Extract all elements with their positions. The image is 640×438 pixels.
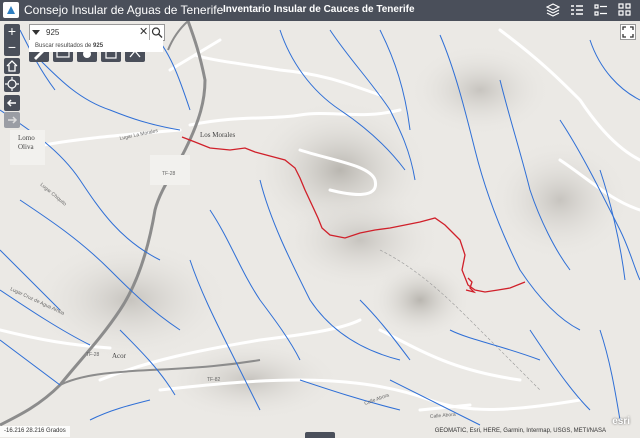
search-suggestion[interactable]: Buscar resultados de 925 bbox=[29, 40, 163, 52]
road-label-tf28: TF-28 bbox=[162, 171, 176, 177]
zoom-control: + − bbox=[4, 24, 20, 56]
locate-button[interactable] bbox=[4, 76, 20, 92]
home-button[interactable] bbox=[4, 58, 20, 74]
suggestion-prefix: Buscar resultados de bbox=[35, 43, 94, 49]
back-button[interactable] bbox=[4, 95, 20, 111]
search-input[interactable] bbox=[46, 26, 140, 39]
coordinates-readout: -16.216 28.216 Grados bbox=[0, 426, 70, 437]
urban-area bbox=[150, 155, 190, 185]
zoom-in-button[interactable]: + bbox=[4, 24, 20, 40]
app-subtitle: Inventario Insular de Cauces de Tenerife bbox=[223, 4, 415, 15]
search-box: ✕ bbox=[29, 24, 165, 41]
suggestion-term: 925 bbox=[93, 43, 104, 49]
search-button[interactable] bbox=[149, 25, 164, 40]
zoom-out-button[interactable]: − bbox=[4, 40, 20, 56]
search-icon bbox=[151, 27, 163, 38]
arrow-left-icon bbox=[6, 99, 16, 107]
layers-icon[interactable] bbox=[546, 3, 560, 17]
map-attribution: GEOMATIC, Esri, HERE, Garmin, Intermap, … bbox=[434, 428, 606, 434]
expand-icon bbox=[622, 26, 634, 38]
place-label-los-morales: Los Morales bbox=[200, 131, 235, 139]
clear-search-icon[interactable]: ✕ bbox=[139, 25, 148, 38]
forward-button[interactable] bbox=[4, 112, 20, 128]
map-app: Lomo Oliva Los Morales Acor TF-28 TF-28 … bbox=[0, 0, 640, 438]
bottom-panel-handle[interactable] bbox=[305, 432, 335, 438]
list-icon[interactable] bbox=[594, 3, 608, 17]
map-canvas[interactable]: Lomo Oliva Los Morales Acor TF-28 TF-28 … bbox=[0, 21, 640, 438]
place-label-acor: Acor bbox=[112, 352, 127, 360]
app-logo bbox=[3, 2, 19, 18]
place-label-lomo: Lomo bbox=[18, 134, 35, 142]
grid-icon[interactable] bbox=[618, 3, 632, 17]
arrow-right-icon bbox=[8, 116, 18, 124]
road-label-tf28-b: TF-28 bbox=[86, 352, 100, 358]
legend-icon[interactable] bbox=[570, 3, 584, 17]
app-title: Consejo Insular de Aguas de Tenerife bbox=[24, 3, 224, 17]
home-icon bbox=[6, 60, 18, 72]
locate-icon bbox=[5, 77, 19, 91]
road-label-tf82: TF-82 bbox=[207, 377, 221, 383]
fullscreen-button[interactable] bbox=[620, 24, 636, 40]
search-source-dropdown-icon[interactable] bbox=[32, 30, 40, 35]
place-label-oliva: Oliva bbox=[18, 143, 34, 151]
app-header: Consejo Insular de Aguas de Tenerife Inv… bbox=[0, 0, 640, 21]
esri-logo: esri bbox=[612, 416, 630, 427]
